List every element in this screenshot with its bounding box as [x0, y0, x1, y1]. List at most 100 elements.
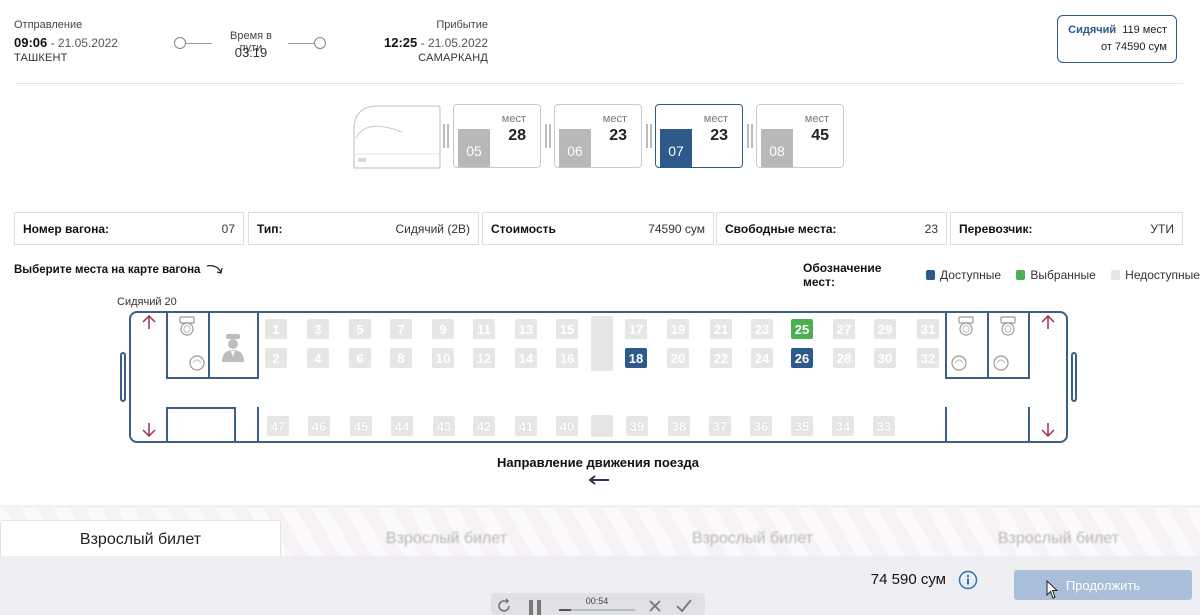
seat-7: 7 [390, 319, 412, 339]
coupler [545, 124, 551, 148]
seat-45: 45 [350, 416, 372, 436]
exit-arrow-up-icon [142, 314, 156, 329]
info-icon[interactable] [958, 570, 978, 590]
info-cell: Номер вагона: 07 [14, 212, 244, 245]
restart-icon[interactable] [497, 598, 513, 614]
wagon-08[interactable]: 08 мест 45 [756, 104, 844, 168]
arrival-time-row: 12:25 - 21.05.2022 [384, 35, 488, 50]
timeline-end-dot [314, 37, 326, 49]
seat-18[interactable]: 18 [625, 348, 647, 368]
seat-40: 40 [556, 416, 578, 436]
toilet-icon [179, 316, 195, 336]
seat-25[interactable]: 25 [791, 319, 813, 339]
car-bumper-right [1071, 352, 1077, 402]
info-key: Перевозчик: [959, 221, 1033, 236]
wall [987, 313, 989, 378]
close-icon[interactable] [648, 599, 662, 613]
seat-2: 2 [265, 348, 287, 368]
exit-arrow-down-icon [1041, 423, 1055, 438]
sink-icon [951, 355, 967, 371]
check-icon[interactable] [676, 599, 692, 613]
mouse-cursor-icon [1046, 580, 1059, 599]
info-key: Тип: [257, 221, 283, 236]
wall [257, 313, 259, 378]
wall [166, 377, 259, 379]
info-value: 23 [924, 221, 938, 236]
seat-35: 35 [791, 416, 813, 436]
seat-5: 5 [349, 319, 371, 339]
seat-11: 11 [473, 319, 495, 339]
class-summary-card[interactable]: Сидячий 119 мест от 74590 сум [1057, 15, 1177, 63]
seat-8: 8 [390, 348, 412, 368]
toilet-icon [958, 316, 974, 336]
arrival-label: Прибытие [436, 19, 488, 31]
wagon-seat-count: 45 [811, 127, 829, 144]
seat-3: 3 [307, 319, 329, 339]
direction-arrow-icon [588, 475, 609, 485]
legend-unavailable: Недоступные [1125, 268, 1200, 282]
seat-46: 46 [308, 416, 330, 436]
seat-39: 39 [626, 416, 648, 436]
timeline-line-right [288, 43, 315, 44]
seat-29: 29 [874, 319, 896, 339]
seat-44: 44 [391, 416, 413, 436]
info-cell: Перевозчик: УТИ [950, 212, 1183, 245]
seat-38: 38 [668, 416, 690, 436]
wagon-seat-count: 23 [609, 127, 627, 144]
tab-adult-ticket-4[interactable]: Взрослый билет [918, 520, 1199, 558]
tab-adult-ticket-3[interactable]: Взрослый билет [612, 520, 893, 558]
tab-adult-ticket-1[interactable]: Взрослый билет [0, 520, 281, 558]
seat-12: 12 [473, 348, 495, 368]
luggage-rack [591, 316, 613, 371]
seat-32: 32 [917, 348, 939, 368]
wall [945, 377, 1030, 379]
wagon-05[interactable]: 05 мест 28 [453, 104, 541, 168]
tab-adult-ticket-2[interactable]: Взрослый билет [306, 520, 587, 558]
recording-controls: 00:54 [491, 593, 705, 615]
seat-16: 16 [556, 348, 578, 368]
sink-icon [189, 355, 205, 371]
seat-42: 42 [473, 416, 495, 436]
seat-27: 27 [833, 319, 855, 339]
seat-17: 17 [625, 319, 647, 339]
wall [166, 407, 236, 409]
legend-available-swatch [925, 270, 936, 280]
seat-15: 15 [556, 319, 578, 339]
wall [257, 407, 259, 442]
car-bumper-left [120, 352, 126, 402]
seat-34: 34 [832, 416, 854, 436]
legend-selected-swatch [1016, 270, 1026, 280]
seat-map-prompt: Выберите места на карте вагона [14, 262, 226, 276]
duration-value: 03:19 [234, 45, 268, 60]
departure-time-row: 09:06 - 21.05.2022 [14, 35, 118, 50]
seat-26[interactable]: 26 [791, 348, 813, 368]
class-price: от 74590 сум [1100, 41, 1167, 53]
continue-button[interactable]: Продолжить [1014, 570, 1192, 600]
pause-icon[interactable] [529, 600, 533, 615]
seat-22: 22 [710, 348, 732, 368]
wall [945, 313, 947, 378]
curved-arrow-icon [206, 265, 223, 274]
seat-43: 43 [433, 416, 455, 436]
info-key: Свободные места: [725, 221, 837, 236]
wagon-seats-label: мест [804, 113, 829, 125]
header-divider [15, 83, 1183, 84]
departure-time: 09:06 [14, 35, 48, 50]
info-value: Сидячий (2В) [395, 221, 470, 236]
wall [166, 313, 168, 378]
seat-31: 31 [917, 319, 939, 339]
info-value: 07 [221, 221, 235, 236]
legend-title: Обозначение мест: [803, 261, 882, 289]
timeline-line-left [186, 43, 212, 44]
wagon-number: 07 [660, 129, 692, 167]
total-price: 74 590 сум [870, 571, 946, 588]
info-cell: Тип: Сидячий (2В) [248, 212, 479, 245]
seat-20: 20 [667, 348, 689, 368]
exit-arrow-up-icon [1041, 314, 1055, 329]
wagon-07[interactable]: 07 мест 23 [655, 104, 743, 168]
info-value: УТИ [1150, 221, 1174, 236]
seat-19: 19 [667, 319, 689, 339]
class-name: Сидячий [1068, 24, 1117, 36]
departure-label: Отправление [14, 19, 83, 31]
wagon-06[interactable]: 06 мест 23 [554, 104, 642, 168]
